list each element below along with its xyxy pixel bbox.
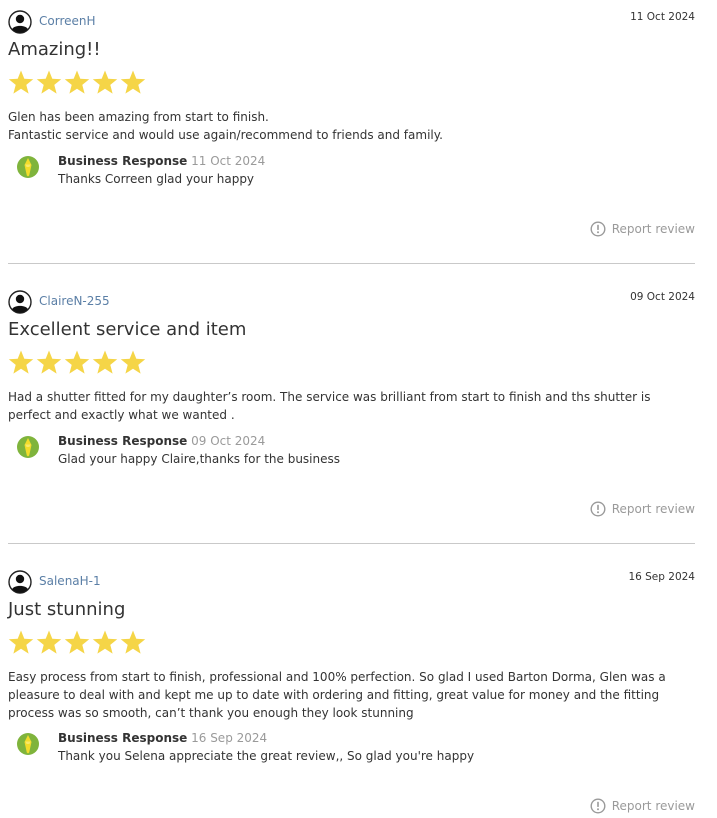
review-body: Easy process from start to finish, profe… — [8, 668, 688, 722]
report-review-button[interactable]: Report review — [590, 501, 695, 517]
review-body-line: process was so smooth, can’t thank you e… — [8, 706, 414, 720]
star-icon — [92, 350, 118, 374]
exclamation-circle-icon — [590, 221, 606, 237]
star-icon — [36, 630, 62, 654]
response-label: Business Response — [58, 731, 188, 745]
star-rating — [8, 69, 148, 97]
star-icon — [64, 630, 90, 654]
review-body: Had a shutter fitted for my daughter’s r… — [8, 388, 688, 424]
business-response: Business Response 16 Sep 2024 Thank you … — [16, 731, 686, 772]
star-icon — [64, 350, 90, 374]
response-label: Business Response — [58, 154, 188, 168]
star-icon — [36, 70, 62, 94]
review-author-link[interactable]: CorreenH — [39, 14, 96, 28]
review-divider — [8, 543, 695, 544]
report-review-button[interactable]: Report review — [590, 798, 695, 814]
user-avatar-icon — [8, 10, 32, 34]
review-title: Amazing!! — [8, 39, 101, 60]
review-date: 09 Oct 2024 — [630, 291, 695, 303]
review-title: Excellent service and item — [8, 319, 247, 340]
response-date: 09 Oct 2024 — [191, 434, 266, 448]
review-body-line: Fantastic service and would use again/re… — [8, 128, 443, 142]
response-date: 16 Sep 2024 — [191, 731, 268, 745]
star-rating — [8, 629, 148, 657]
review-card: CorreenH 11 Oct 2024 Amazing!! Glen has … — [8, 10, 695, 240]
review-author-link[interactable]: ClaireN-255 — [39, 294, 110, 308]
report-review-label: Report review — [611, 222, 695, 236]
business-response: Business Response 11 Oct 2024 Thanks Cor… — [16, 154, 686, 195]
business-response: Business Response 09 Oct 2024 Glad your … — [16, 434, 686, 475]
review-date: 16 Sep 2024 — [628, 571, 695, 583]
response-header: Business Response 09 Oct 2024 — [58, 434, 265, 448]
response-header: Business Response 16 Sep 2024 — [58, 731, 267, 745]
star-icon — [8, 630, 34, 654]
review-divider — [8, 263, 695, 264]
response-label: Business Response — [58, 434, 188, 448]
report-review-button[interactable]: Report review — [590, 221, 695, 237]
response-text: Glad your happy Claire,thanks for the bu… — [58, 452, 340, 466]
star-icon — [92, 630, 118, 654]
response-text: Thank you Selena appreciate the great re… — [58, 749, 475, 763]
star-icon — [36, 350, 62, 374]
star-icon — [92, 70, 118, 94]
review-body: Glen has been amazing from start to fini… — [8, 108, 688, 144]
review-body-line: Had a shutter fitted for my daughter’s r… — [8, 390, 651, 404]
user-avatar-icon — [8, 570, 32, 594]
business-badge-icon — [17, 436, 39, 458]
exclamation-circle-icon — [590, 798, 606, 814]
star-icon — [120, 70, 146, 94]
star-icon — [64, 70, 90, 94]
review-card: SalenaH-1 16 Sep 2024 Just stunning Easy… — [8, 570, 695, 818]
exclamation-circle-icon — [590, 501, 606, 517]
review-card: ClaireN-255 09 Oct 2024 Excellent servic… — [8, 290, 695, 520]
review-body-line: Easy process from start to finish, profe… — [8, 670, 666, 684]
review-body-line: Glen has been amazing from start to fini… — [8, 110, 269, 124]
star-icon — [8, 350, 34, 374]
response-header: Business Response 11 Oct 2024 — [58, 154, 265, 168]
review-author-link[interactable]: SalenaH-1 — [39, 574, 101, 588]
review-date: 11 Oct 2024 — [630, 11, 695, 23]
response-date: 11 Oct 2024 — [191, 154, 266, 168]
report-review-label: Report review — [611, 799, 695, 813]
business-badge-icon — [17, 733, 39, 755]
review-title: Just stunning — [8, 599, 126, 620]
business-badge-icon — [17, 156, 39, 178]
user-avatar-icon — [8, 290, 32, 314]
star-rating — [8, 349, 148, 377]
review-body-line: perfect and exactly what we wanted . — [8, 408, 235, 422]
review-body-line: pleasure to deal with and kept me up to … — [8, 688, 660, 702]
star-icon — [120, 630, 146, 654]
report-review-label: Report review — [611, 502, 695, 516]
star-icon — [120, 350, 146, 374]
response-text: Thanks Correen glad your happy — [58, 172, 255, 186]
star-icon — [8, 70, 34, 94]
